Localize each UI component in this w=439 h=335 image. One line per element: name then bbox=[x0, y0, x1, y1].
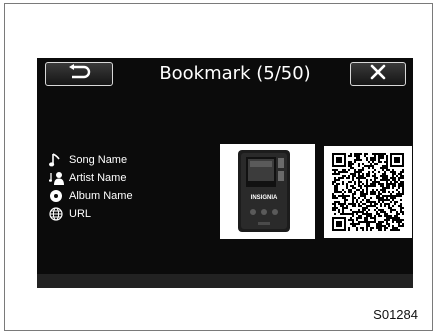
album-name-label: Album Name bbox=[69, 190, 133, 202]
track-info-list: Song Name Artist Name Album Name URL bbox=[49, 151, 133, 223]
device-brand-text: INSIGNIA bbox=[251, 195, 278, 201]
url-label: URL bbox=[69, 208, 92, 220]
artist-name-row: Artist Name bbox=[49, 169, 133, 187]
music-note-icon bbox=[49, 152, 69, 168]
globe-icon bbox=[49, 206, 69, 222]
screen-footer-bar bbox=[37, 274, 413, 288]
figure-frame: Bookmark (5/50) Song Name Artist Name Al… bbox=[4, 3, 433, 331]
url-row: URL bbox=[49, 205, 133, 223]
song-name-row: Song Name bbox=[49, 151, 133, 169]
figure-code: S01284 bbox=[373, 307, 418, 322]
back-button[interactable] bbox=[45, 62, 113, 86]
artist-name-label: Artist Name bbox=[69, 172, 127, 184]
back-arrow-icon bbox=[66, 63, 92, 85]
artist-icon bbox=[49, 170, 69, 186]
page-title: Bookmark (5/50) bbox=[159, 63, 311, 84]
album-disc-icon bbox=[49, 188, 69, 204]
bookmark-screen: Bookmark (5/50) Song Name Artist Name Al… bbox=[37, 58, 413, 288]
song-name-label: Song Name bbox=[69, 154, 128, 166]
close-button[interactable] bbox=[350, 62, 406, 86]
close-icon bbox=[370, 64, 386, 85]
album-art-image: INSIGNIA bbox=[220, 144, 315, 239]
album-name-row: Album Name bbox=[49, 187, 133, 205]
qr-code-image bbox=[324, 146, 412, 238]
